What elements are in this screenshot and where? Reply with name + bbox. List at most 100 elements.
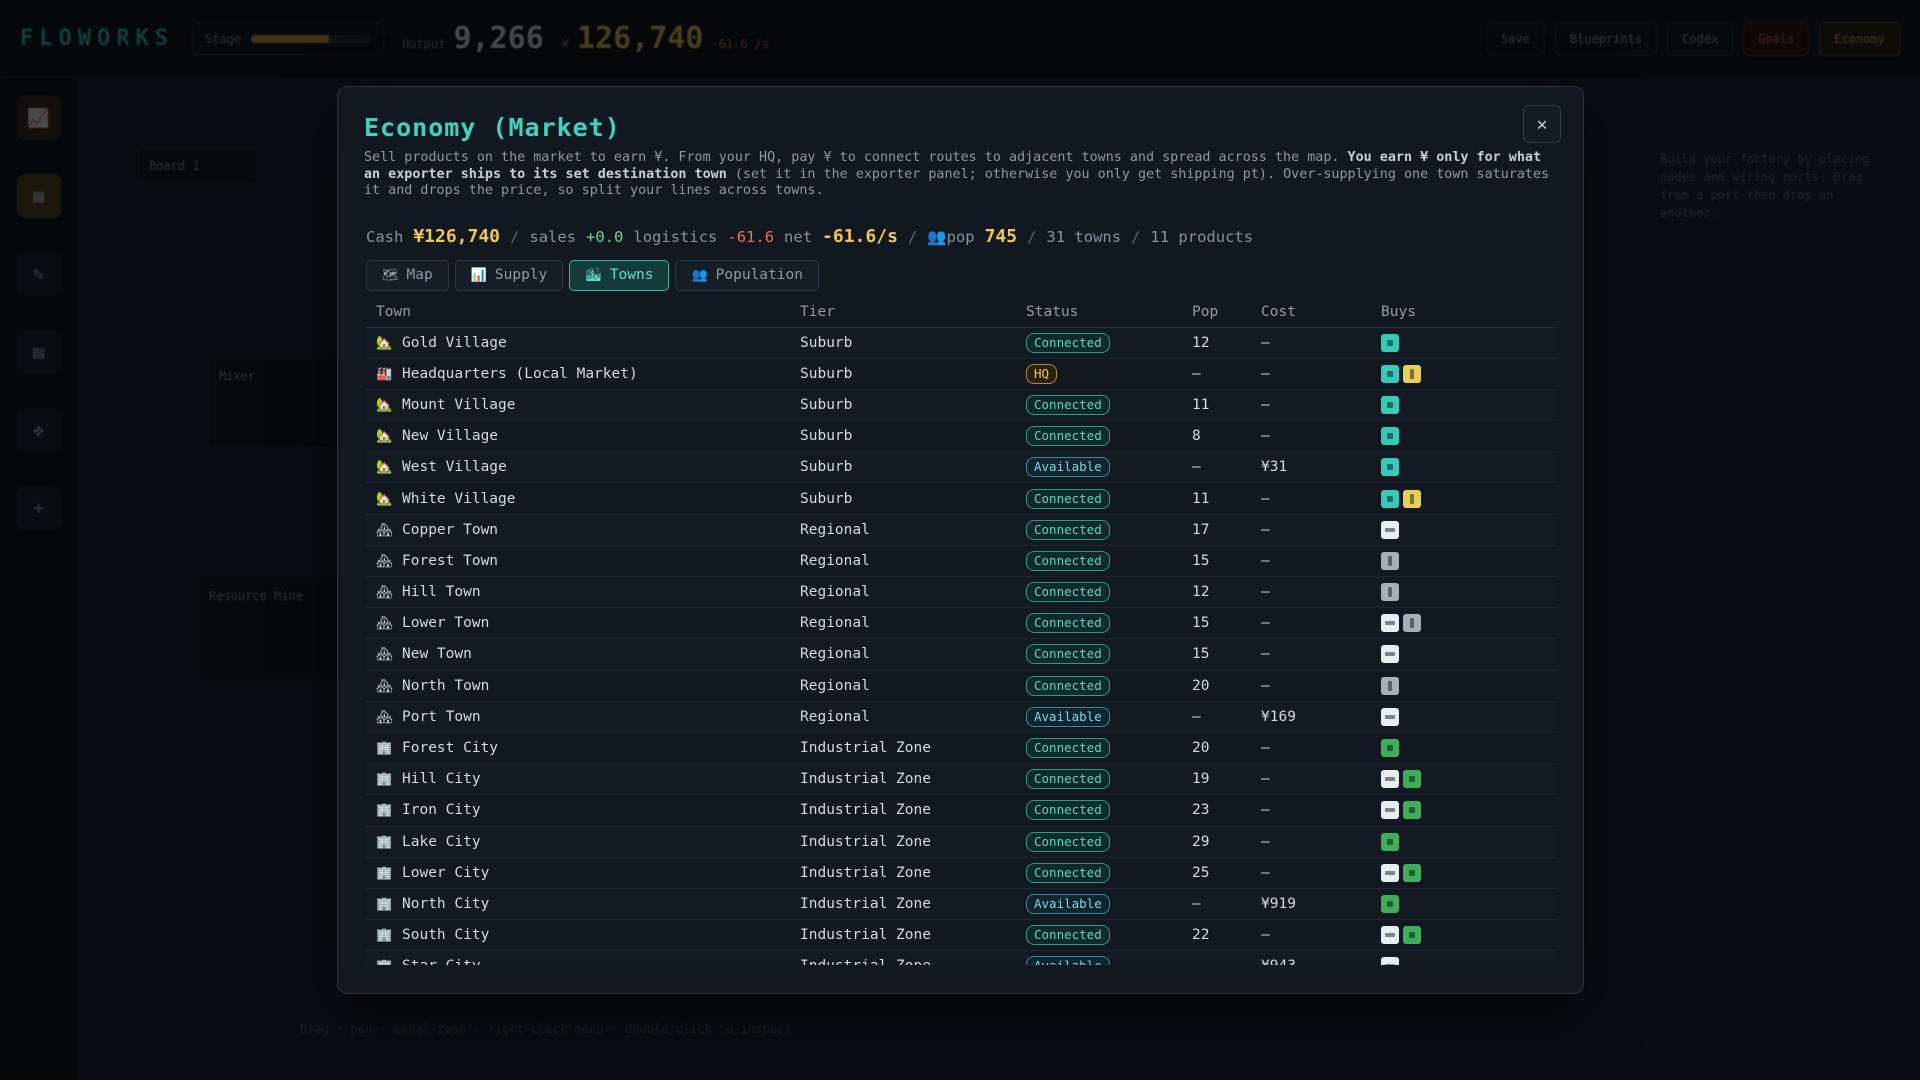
- status-badge[interactable]: Available: [1026, 956, 1110, 965]
- table-row[interactable]: 🏘 Hill Town Regional Connected 12–: [366, 576, 1556, 609]
- table-row[interactable]: 🏡 Mount Village Suburb Connected 11–: [366, 389, 1556, 422]
- town-name: Lower Town: [402, 615, 490, 632]
- pop-cell: 23: [1182, 794, 1251, 827]
- tab-map[interactable]: 🗺 Map: [366, 259, 449, 291]
- status-cell: Available: [1016, 451, 1182, 484]
- tier-cell: Industrial Zone: [790, 888, 1016, 921]
- pop-cell: 20: [1182, 670, 1251, 702]
- town-name: South City: [402, 927, 490, 944]
- tab-supply-label: Supply: [494, 267, 548, 283]
- economy-stats: Cash ¥126,740 / sales +0.0 logistics -61…: [364, 226, 1557, 247]
- cash-label: Cash: [366, 227, 404, 246]
- product-icon: [1381, 894, 1399, 913]
- product-icon: [1381, 926, 1399, 945]
- town-cell: 🏘 Forest Town: [366, 545, 790, 578]
- office-building-icon: 🏢: [376, 834, 393, 850]
- net-label: net: [784, 227, 813, 246]
- cost-cell: –: [1251, 607, 1371, 640]
- table-row[interactable]: 🏢 Lower City Industrial Zone Connected 25–: [366, 857, 1556, 889]
- header-tier[interactable]: Tier: [790, 297, 1016, 328]
- pop-cell: 15: [1182, 607, 1251, 640]
- status-badge[interactable]: Available: [1026, 706, 1110, 727]
- buys-cell: [1371, 451, 1556, 484]
- table-row[interactable]: 🏡 Gold Village Suburb Connected 12–: [366, 327, 1556, 359]
- town-cell: 🏢 Lower City: [366, 857, 790, 889]
- town-name: West Village: [402, 459, 507, 476]
- status-badge: Connected: [1026, 332, 1110, 353]
- table-row[interactable]: 🏢 North City Industrial Zone Available – ¥919: [366, 888, 1556, 921]
- table-row[interactable]: 🏢 Hill City Industrial Zone Connected 19–: [366, 763, 1556, 796]
- houses-icon: 🏘: [376, 678, 393, 694]
- status-badge[interactable]: Available: [1026, 893, 1110, 914]
- tier-cell: Regional: [790, 638, 1016, 671]
- header-cost[interactable]: Cost: [1251, 297, 1371, 328]
- sales-label: sales: [529, 227, 577, 246]
- tab-supply[interactable]: 📊 Supply: [454, 259, 564, 291]
- towns-table-scroll[interactable]: Town Tier Status Pop Cost Buys 🏡 Gold Vil…: [366, 297, 1556, 965]
- pop-label: pop: [946, 227, 975, 246]
- product-icon: [1381, 801, 1399, 820]
- status-cell: Available: [1016, 950, 1182, 965]
- header-status[interactable]: Status: [1016, 297, 1182, 328]
- table-row[interactable]: 🏭 Headquarters (Local Market) Suburb HQ – –: [366, 358, 1556, 390]
- status-badge: Connected: [1026, 394, 1110, 415]
- status-cell: Connected: [1016, 389, 1182, 422]
- header-pop[interactable]: Pop: [1182, 297, 1251, 328]
- house-icon: 🏡: [376, 335, 393, 351]
- economy-modal: ✕ Economy (Market) Sell products on the …: [337, 86, 1584, 994]
- status-badge: Connected: [1026, 769, 1110, 790]
- product-icon: [1381, 489, 1399, 508]
- bar-chart-icon: 📊: [470, 267, 487, 283]
- tab-population-label: Population: [715, 267, 803, 283]
- status-badge: Connected: [1026, 550, 1110, 571]
- tier-cell: Regional: [790, 545, 1016, 578]
- product-icon: [1403, 614, 1421, 633]
- table-row[interactable]: 🏢 Lake City Industrial Zone Connected 29–: [366, 826, 1556, 858]
- status-badge: Connected: [1026, 426, 1110, 447]
- pop-cell: 20: [1182, 732, 1251, 765]
- status-cell: Connected: [1016, 763, 1182, 796]
- buys-cell: [1371, 576, 1556, 609]
- separator: /: [907, 227, 918, 246]
- table-row[interactable]: 🏘 Lower Town Regional Connected 15–: [366, 607, 1556, 640]
- pop-cell: 11: [1182, 389, 1251, 422]
- table-row[interactable]: 🏘 New Town Regional Connected 15–: [366, 638, 1556, 671]
- houses-icon: 🏘: [376, 709, 393, 725]
- product-icon: [1381, 707, 1399, 726]
- town-name: North Town: [402, 677, 490, 694]
- table-row[interactable]: 🏡 New Village Suburb Connected 8–: [366, 420, 1556, 453]
- tab-towns-label: Towns: [609, 267, 654, 283]
- table-row[interactable]: 🏘 North Town Regional Connected 20–: [366, 670, 1556, 702]
- town-cell: 🏢 Forest City: [366, 732, 790, 765]
- status-cell: Connected: [1016, 482, 1182, 515]
- cost-cell: –: [1251, 826, 1371, 858]
- table-row[interactable]: 🏢 Iron City Industrial Zone Connected 23–: [366, 794, 1556, 827]
- table-row[interactable]: 🏢 Forest City Industrial Zone Connected 20–: [366, 732, 1556, 765]
- pop-cell: –: [1182, 451, 1251, 484]
- tab-towns[interactable]: 🏙 Towns: [569, 259, 670, 291]
- table-row[interactable]: 🏡 West Village Suburb Available – ¥31: [366, 451, 1556, 484]
- buys-cell: [1371, 358, 1556, 390]
- town-cell: 🏡 West Village: [366, 451, 790, 484]
- pop-cell: 8: [1182, 420, 1251, 453]
- pop-cell: 11: [1182, 482, 1251, 515]
- product-icon: [1403, 489, 1421, 508]
- map-icon: 🗺: [382, 267, 399, 283]
- header-town[interactable]: Town: [366, 297, 790, 328]
- houses-icon: 🏘: [376, 553, 393, 569]
- close-button[interactable]: ✕: [1523, 105, 1561, 143]
- table-row[interactable]: 🏡 White Village Suburb Connected 11–: [366, 482, 1556, 515]
- table-row[interactable]: 🏘 Port Town Regional Available – ¥169: [366, 701, 1556, 733]
- status-badge[interactable]: Available: [1026, 457, 1110, 478]
- town-name: Headquarters (Local Market): [402, 365, 638, 382]
- table-row[interactable]: 🏢 South City Industrial Zone Connected 22–: [366, 919, 1556, 952]
- town-name: New Town: [402, 646, 472, 663]
- tab-population[interactable]: 👥 Population: [675, 259, 819, 291]
- table-row[interactable]: 🏢 Star City Industrial Zone Available –¥943: [366, 950, 1556, 965]
- buys-cell: [1371, 389, 1556, 422]
- table-row[interactable]: 🏘 Copper Town Regional Connected 17–: [366, 514, 1556, 546]
- table-row[interactable]: 🏘 Forest Town Regional Connected 15–: [366, 545, 1556, 578]
- status-badge: Connected: [1026, 644, 1110, 665]
- houses-icon: 🏘: [376, 616, 393, 632]
- header-buys[interactable]: Buys: [1371, 297, 1556, 328]
